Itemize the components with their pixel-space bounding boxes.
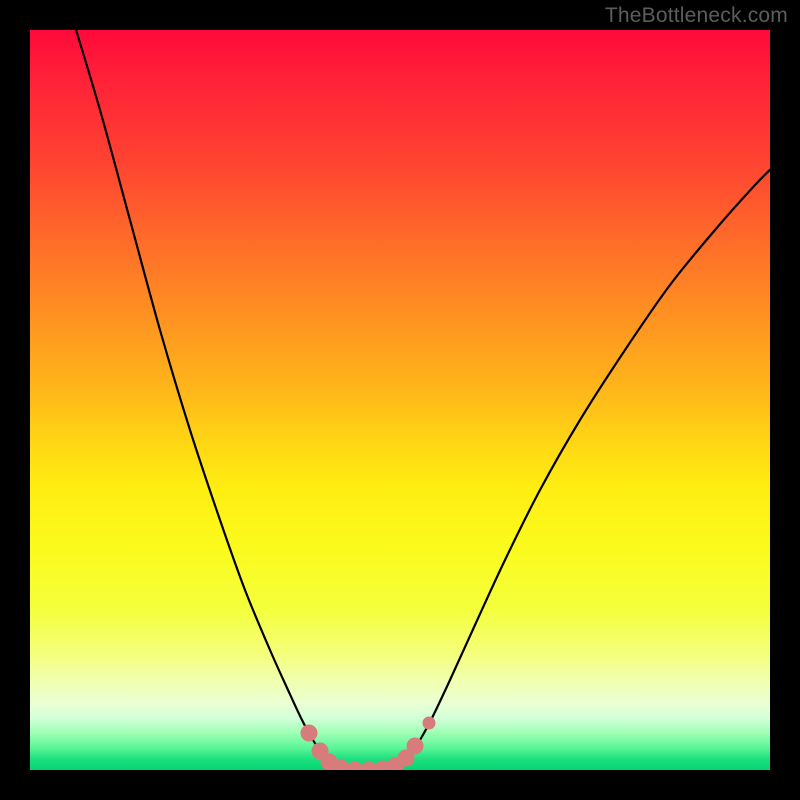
valley-dot (423, 717, 436, 730)
valley-markers (301, 717, 436, 771)
chart-frame: TheBottleneck.com (0, 0, 800, 800)
watermark-text: TheBottleneck.com (605, 4, 788, 28)
plot-area (30, 30, 770, 770)
valley-dot (301, 725, 318, 742)
valley-dot (407, 738, 424, 755)
curve-layer (30, 30, 770, 770)
bottleneck-curve (70, 30, 770, 770)
